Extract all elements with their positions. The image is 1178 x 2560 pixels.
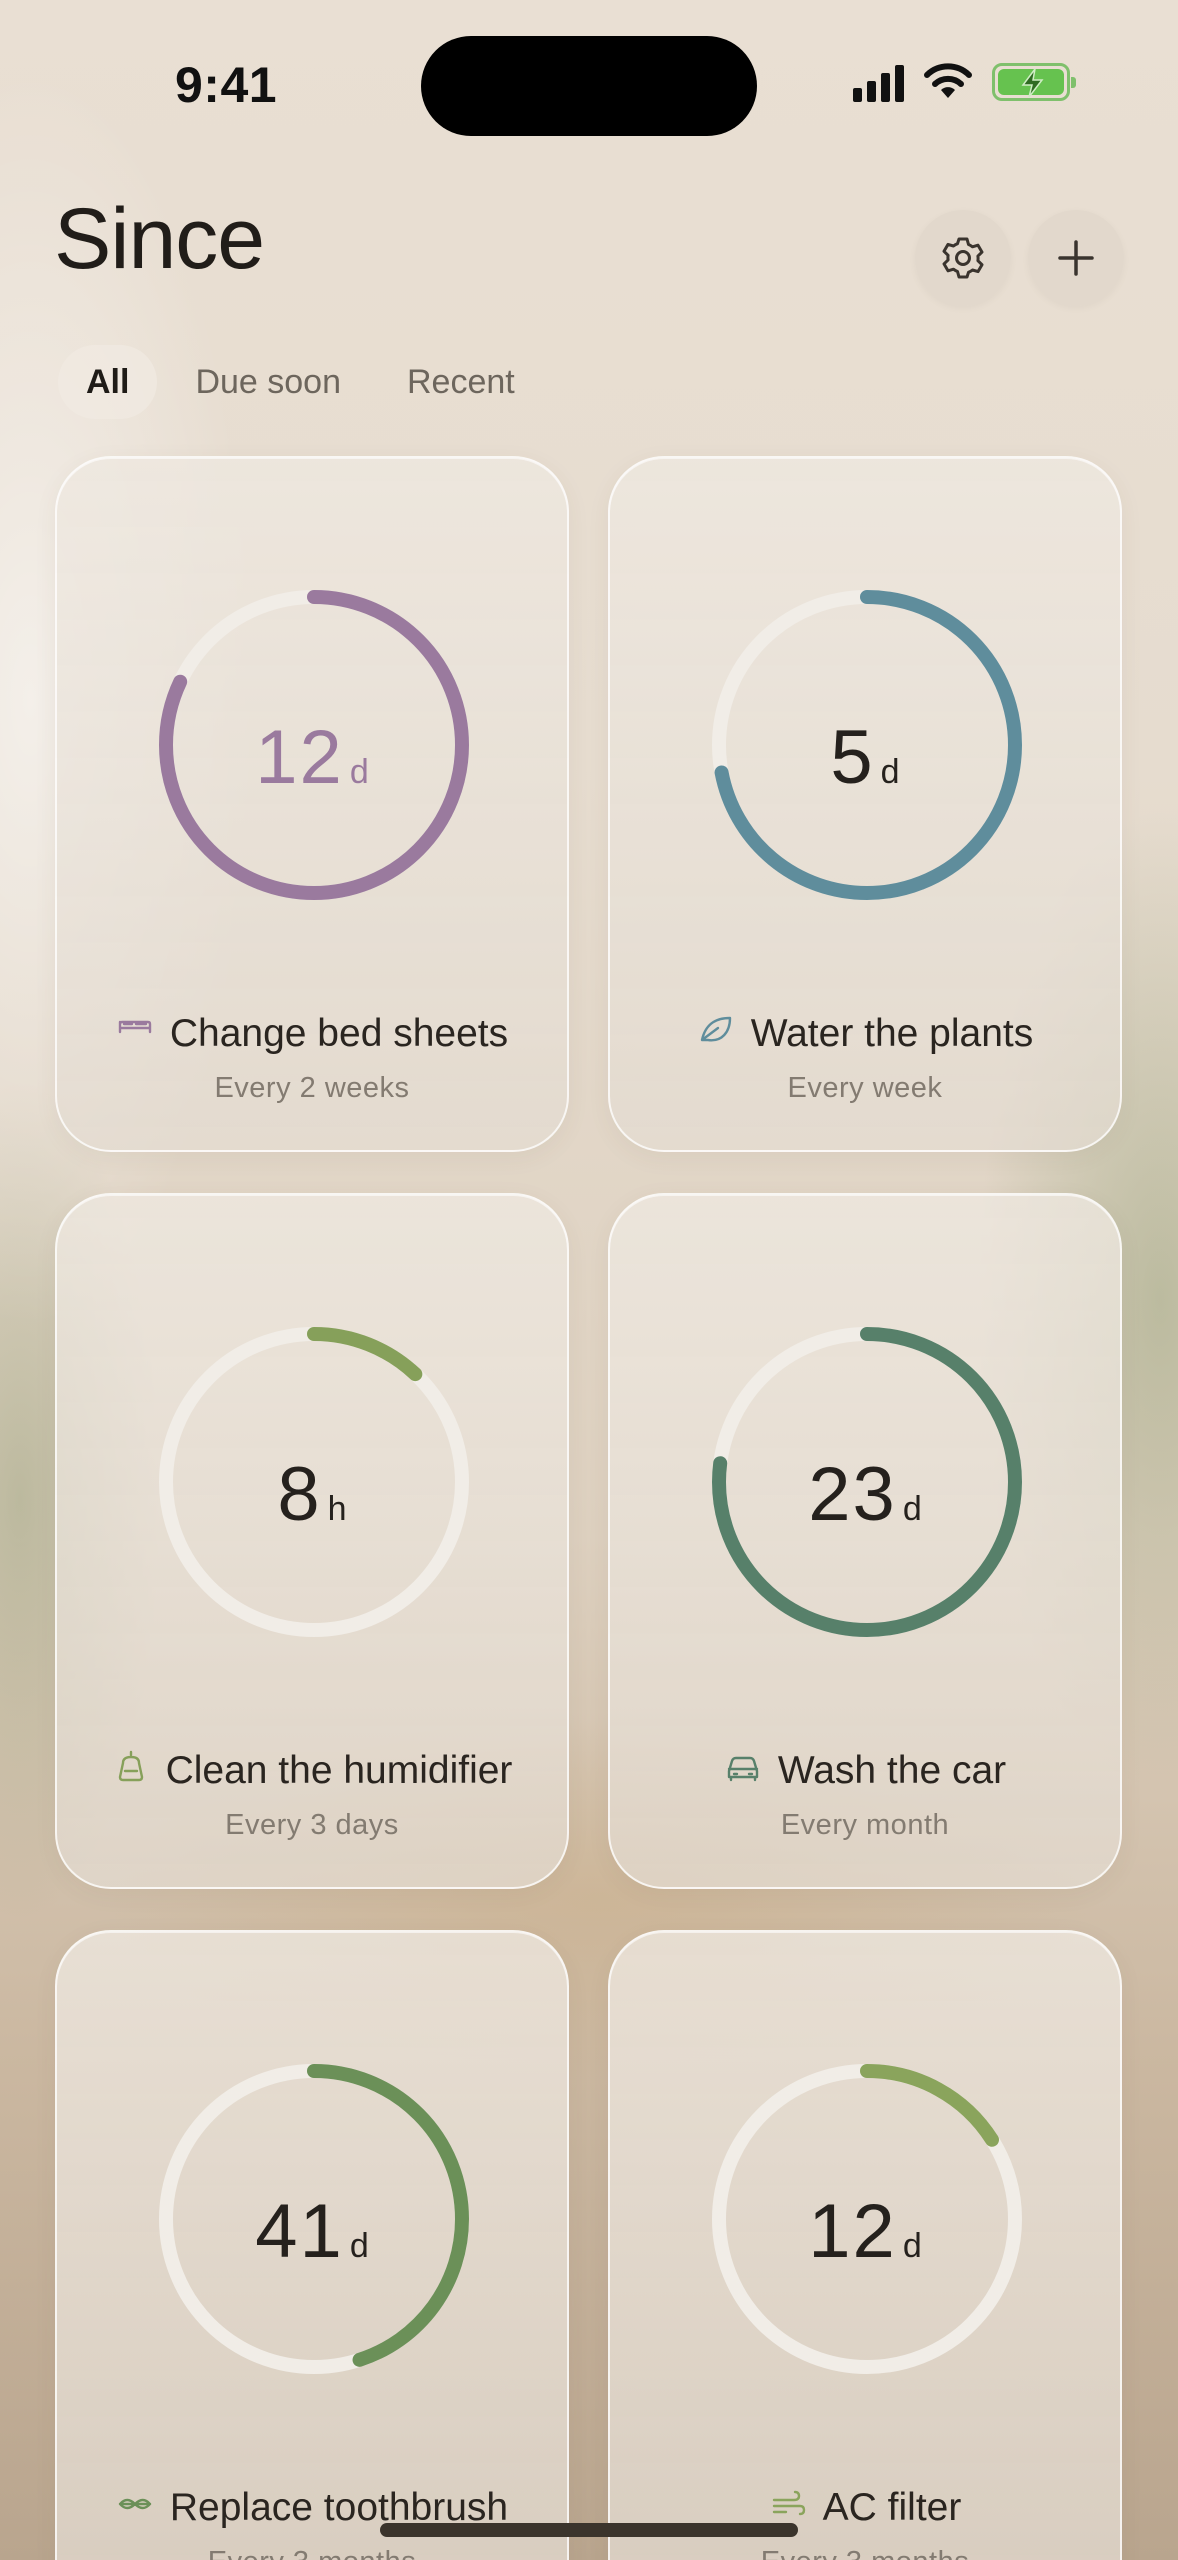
task-frequency: Every 3 days (225, 1809, 399, 1841)
gear-icon (942, 237, 984, 279)
tab-recent[interactable]: Recent (379, 345, 543, 419)
toothbrush-icon (116, 2486, 154, 2530)
dynamic-island (421, 36, 757, 136)
elapsed-value: 41 d (255, 2189, 369, 2274)
elapsed-value: 12 d (255, 715, 369, 800)
battery-charging-icon (992, 63, 1076, 101)
leaf-icon (697, 1012, 735, 1056)
elapsed-value: 23 d (808, 1452, 922, 1537)
task-card[interactable]: 12 d Change bed sheets Every 2 weeks (55, 456, 569, 1152)
task-frequency: Every 3 months (57, 2546, 567, 2560)
task-frequency: Every month (780, 1809, 950, 1841)
wifi-icon (924, 63, 972, 98)
status-time: 9:41 (175, 57, 278, 113)
elapsed-value: 5d (830, 715, 900, 800)
task-title: Wash the car (610, 1749, 1120, 1793)
status-icons (853, 62, 1076, 102)
bed-icon (116, 1012, 154, 1056)
status-bar: 9:41 (0, 0, 1178, 170)
humidifier-icon (112, 1749, 150, 1793)
tab-due-soon[interactable]: Due soon (167, 345, 369, 419)
car-icon (724, 1749, 762, 1793)
add-button[interactable] (1028, 210, 1124, 306)
task-frequency: Every 3 months (610, 2546, 1120, 2560)
elapsed-value: 8h (277, 1452, 347, 1537)
task-card[interactable]: 23 d Wash the car Every month (608, 1193, 1122, 1889)
task-card[interactable]: 8h Clean the humidifier Every 3 days (55, 1193, 569, 1889)
task-card[interactable]: 41d Replace toothbrush Every 3 months (55, 1930, 569, 2560)
filter-tabs: All Due soon Recent (58, 345, 543, 419)
task-frequency: Every 2 weeks (214, 1072, 410, 1104)
settings-button[interactable] (915, 210, 1011, 306)
page-title: Since (54, 191, 265, 287)
task-title: Clean the humidifier (57, 1749, 567, 1793)
elapsed-value: 12 d (808, 2189, 922, 2274)
task-card[interactable]: 5d Water the plants Every week (608, 456, 1122, 1152)
task-title: Water the plants (610, 1012, 1120, 1056)
task-title: Change bed sheets (57, 1012, 567, 1056)
home-indicator (380, 2523, 798, 2537)
tab-all[interactable]: All (58, 345, 158, 419)
task-frequency: Every week (787, 1072, 943, 1104)
plus-icon (1058, 240, 1094, 276)
cellular-signal-icon (853, 62, 904, 102)
task-card[interactable]: 12d AC filter Every 3 months (608, 1930, 1122, 2560)
